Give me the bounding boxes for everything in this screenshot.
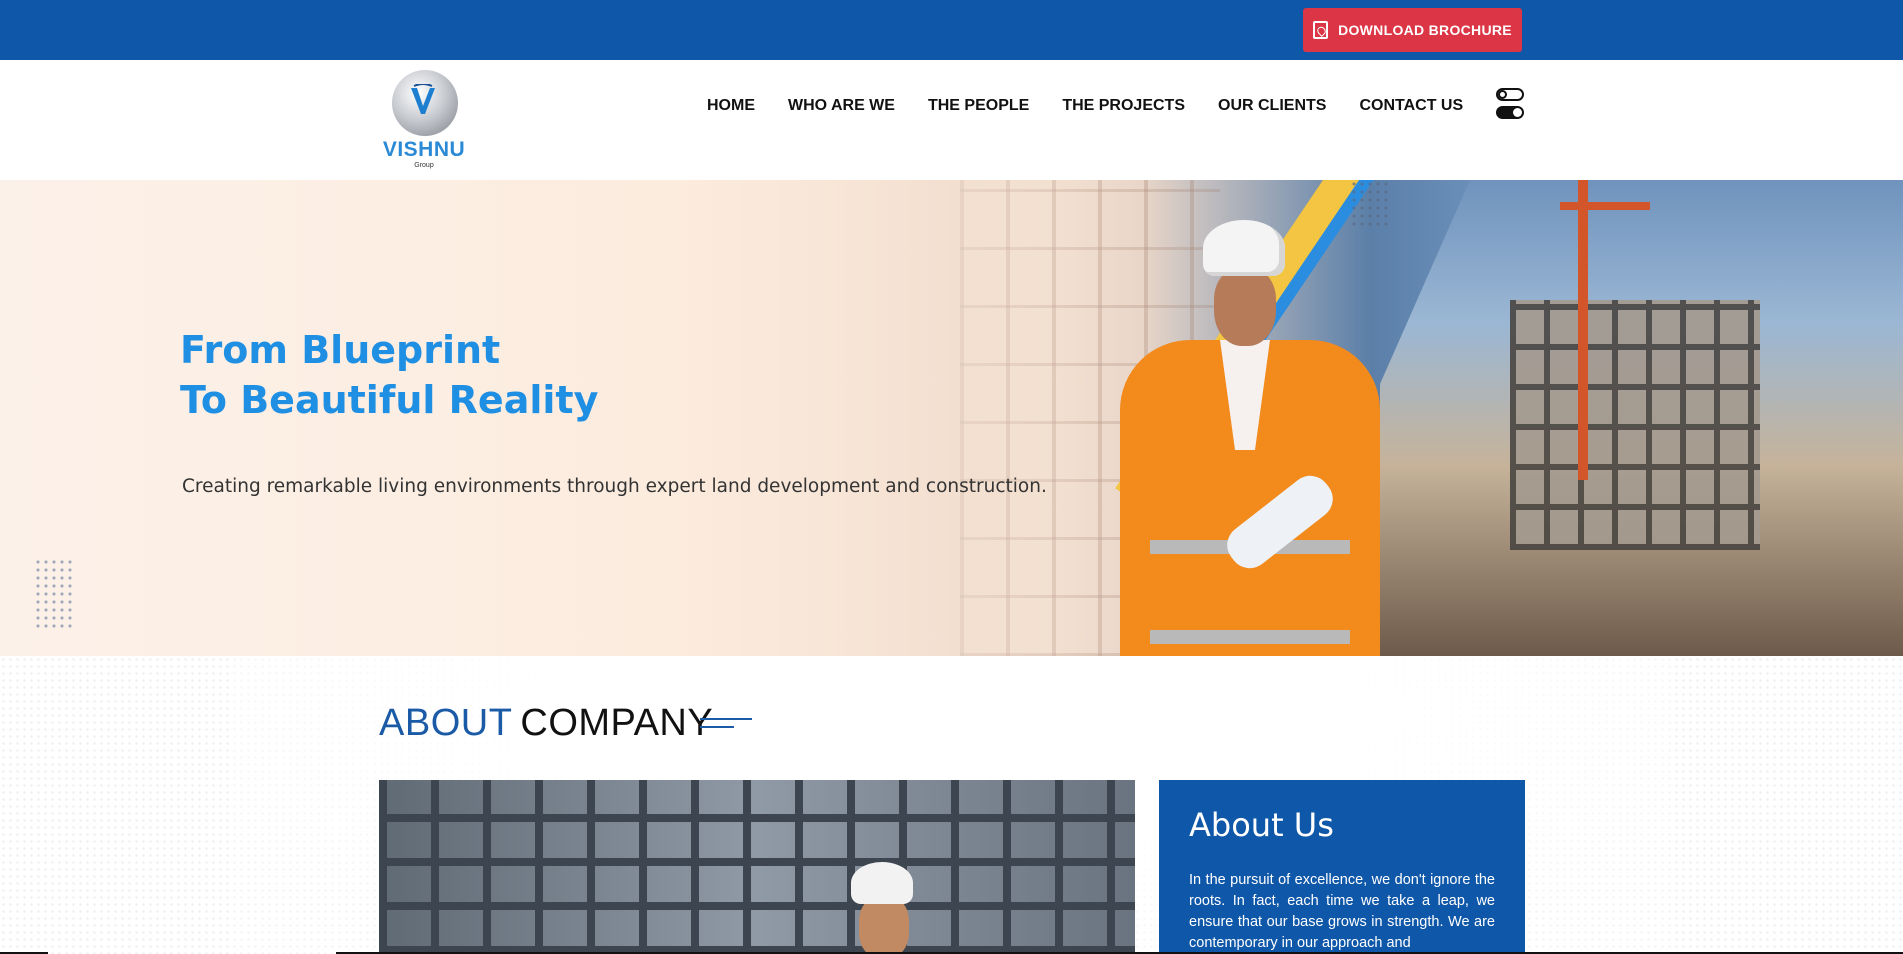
about-worker-image bbox=[379, 780, 1135, 954]
nav-home[interactable]: HOME bbox=[707, 97, 755, 115]
hard-hat-icon bbox=[1203, 220, 1285, 276]
download-brochure-button[interactable]: DOWNLOAD BROCHURE bbox=[1303, 8, 1522, 52]
dot-pattern bbox=[34, 558, 74, 630]
nav-who-are-we[interactable]: WHO ARE WE bbox=[788, 97, 895, 115]
about-company-heading: ABOUT COMPANY bbox=[379, 702, 714, 744]
about-us-card: About Us In the pursuit of excellence, w… bbox=[1159, 780, 1525, 954]
logo-v-mark-icon bbox=[411, 84, 435, 114]
heading-decoration bbox=[700, 716, 752, 730]
building-frame-image bbox=[1510, 300, 1760, 550]
nav-the-projects[interactable]: THE PROJECTS bbox=[1062, 97, 1185, 115]
top-bar: DOWNLOAD BROCHURE bbox=[0, 0, 1903, 60]
download-brochure-label: DOWNLOAD BROCHURE bbox=[1338, 22, 1512, 38]
logo-name: VISHNU bbox=[382, 138, 466, 161]
engineer-image bbox=[1090, 220, 1420, 656]
nav-our-clients[interactable]: OUR CLIENTS bbox=[1218, 97, 1326, 115]
pdf-icon bbox=[1313, 21, 1329, 39]
crane-image bbox=[1578, 180, 1588, 480]
main-nav: HOME WHO ARE WE THE PEOPLE THE PROJECTS … bbox=[707, 97, 1463, 115]
logo-subtitle: Group bbox=[414, 162, 434, 169]
nav-the-people[interactable]: THE PEOPLE bbox=[928, 97, 1029, 115]
nav-contact-us[interactable]: CONTACT US bbox=[1359, 97, 1463, 115]
about-us-title: About Us bbox=[1189, 806, 1334, 844]
hero-title: From Blueprint To Beautiful Reality bbox=[180, 328, 599, 422]
about-us-text: In the pursuit of excellence, we don't i… bbox=[1189, 872, 1495, 951]
hero-subtitle: Creating remarkable living environments … bbox=[182, 476, 1047, 497]
hard-hat-icon bbox=[851, 862, 913, 904]
site-header: VISHNU Group HOME WHO ARE WE THE PEOPLE … bbox=[0, 60, 1903, 180]
theme-toggle-icon[interactable] bbox=[1496, 88, 1524, 120]
vishnu-logo[interactable]: VISHNU Group bbox=[380, 70, 468, 170]
